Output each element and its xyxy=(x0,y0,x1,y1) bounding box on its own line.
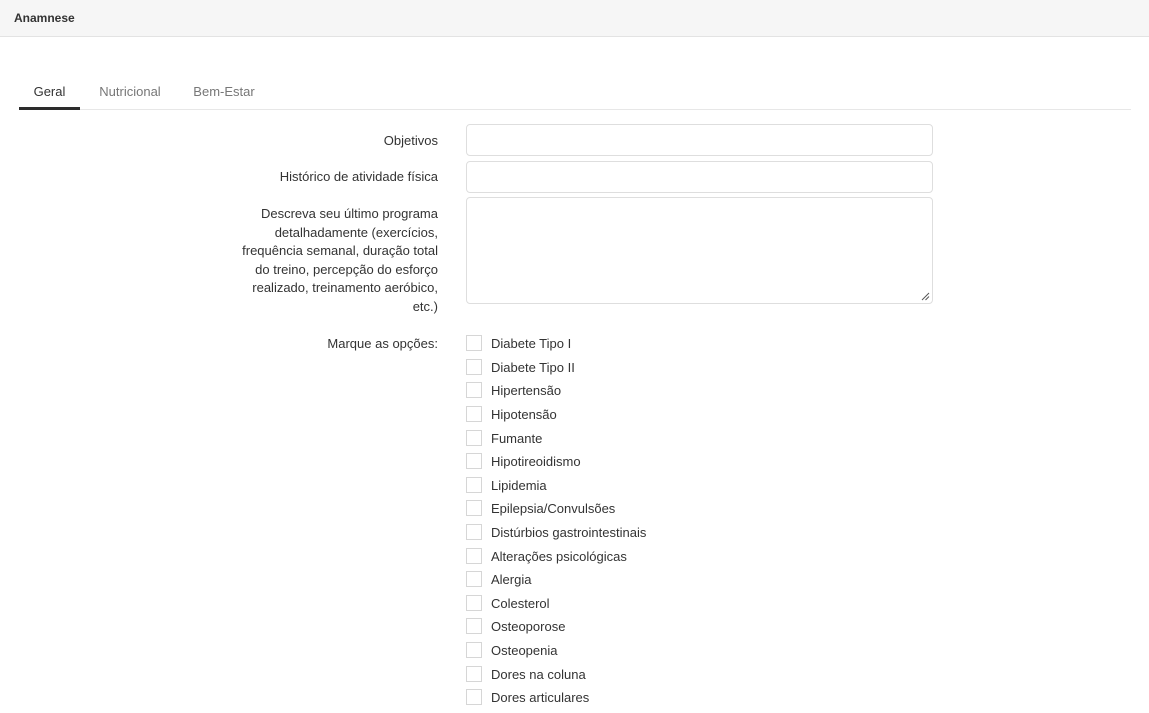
checkbox[interactable] xyxy=(466,382,482,398)
checkbox[interactable] xyxy=(466,642,482,658)
panel-title: Anamnese xyxy=(14,11,75,25)
checkbox-label[interactable]: Colesterol xyxy=(491,596,550,611)
checkbox-label[interactable]: Alterações psicológicas xyxy=(491,549,627,564)
tab-geral[interactable]: Geral xyxy=(19,84,80,110)
checkbox[interactable] xyxy=(466,524,482,540)
objetivos-label: Objetivos xyxy=(383,133,438,148)
tab-nutricional[interactable]: Nutricional xyxy=(90,84,170,110)
descricao-textarea[interactable] xyxy=(466,197,933,304)
checkbox[interactable] xyxy=(466,453,482,469)
checkbox[interactable] xyxy=(466,618,482,634)
checkbox[interactable] xyxy=(466,335,482,351)
checkbox[interactable] xyxy=(466,477,482,493)
checkbox-label[interactable]: Osteopenia xyxy=(491,643,558,658)
checkbox-label[interactable]: Hipotensão xyxy=(491,407,557,422)
descricao-label-line: etc.) xyxy=(412,298,438,314)
checkbox-label[interactable]: Osteoporose xyxy=(491,619,565,634)
checkbox[interactable] xyxy=(466,406,482,422)
checkbox[interactable] xyxy=(466,359,482,375)
checkbox-label[interactable]: Lipidemia xyxy=(491,478,547,493)
checkbox[interactable] xyxy=(466,595,482,611)
checkbox-label[interactable]: Dores na coluna xyxy=(491,667,586,682)
tab-bem-estar[interactable]: Bem-Estar xyxy=(186,84,262,110)
historico-input[interactable] xyxy=(466,161,933,193)
checkbox[interactable] xyxy=(466,548,482,564)
checkbox-label[interactable]: Epilepsia/Convulsões xyxy=(491,501,615,516)
checkbox[interactable] xyxy=(466,689,482,705)
descricao-label-line: do treino, percepção do esforço xyxy=(255,261,438,277)
checkbox-label[interactable]: Hipotireoidismo xyxy=(491,454,581,469)
descricao-label-line: Descreva seu último programa xyxy=(260,206,438,221)
checkbox-label[interactable]: Distúrbios gastrointestinais xyxy=(491,525,646,540)
descricao-label-line: frequência semanal, duração total xyxy=(242,243,438,258)
descricao-label: Descreva seu último programa detalhadame… xyxy=(242,205,438,316)
checkbox[interactable] xyxy=(466,571,482,587)
checkbox-label[interactable]: Dores articulares xyxy=(491,690,589,705)
tab-bar: Geral Nutricional Bem-Estar xyxy=(19,70,1131,110)
checkbox-label[interactable]: Hipertensão xyxy=(491,383,561,398)
panel-header: Anamnese xyxy=(0,0,1149,37)
opcoes-label: Marque as opções: xyxy=(327,336,438,351)
checkbox[interactable] xyxy=(466,430,482,446)
descricao-label-line: detalhadamente (exercícios, xyxy=(274,224,438,240)
checkbox-label[interactable]: Fumante xyxy=(491,431,542,446)
checkbox[interactable] xyxy=(466,666,482,682)
checkbox-label[interactable]: Alergia xyxy=(491,572,531,587)
objetivos-input[interactable] xyxy=(466,124,933,156)
checkbox[interactable] xyxy=(466,500,482,516)
checkbox-label[interactable]: Diabete Tipo I xyxy=(491,336,571,351)
descricao-label-line: realizado, treinamento aeróbico, xyxy=(252,280,438,295)
checkbox-label[interactable]: Diabete Tipo II xyxy=(491,360,575,375)
resize-handle-icon[interactable] xyxy=(920,291,930,301)
historico-label: Histórico de atividade física xyxy=(279,169,438,184)
